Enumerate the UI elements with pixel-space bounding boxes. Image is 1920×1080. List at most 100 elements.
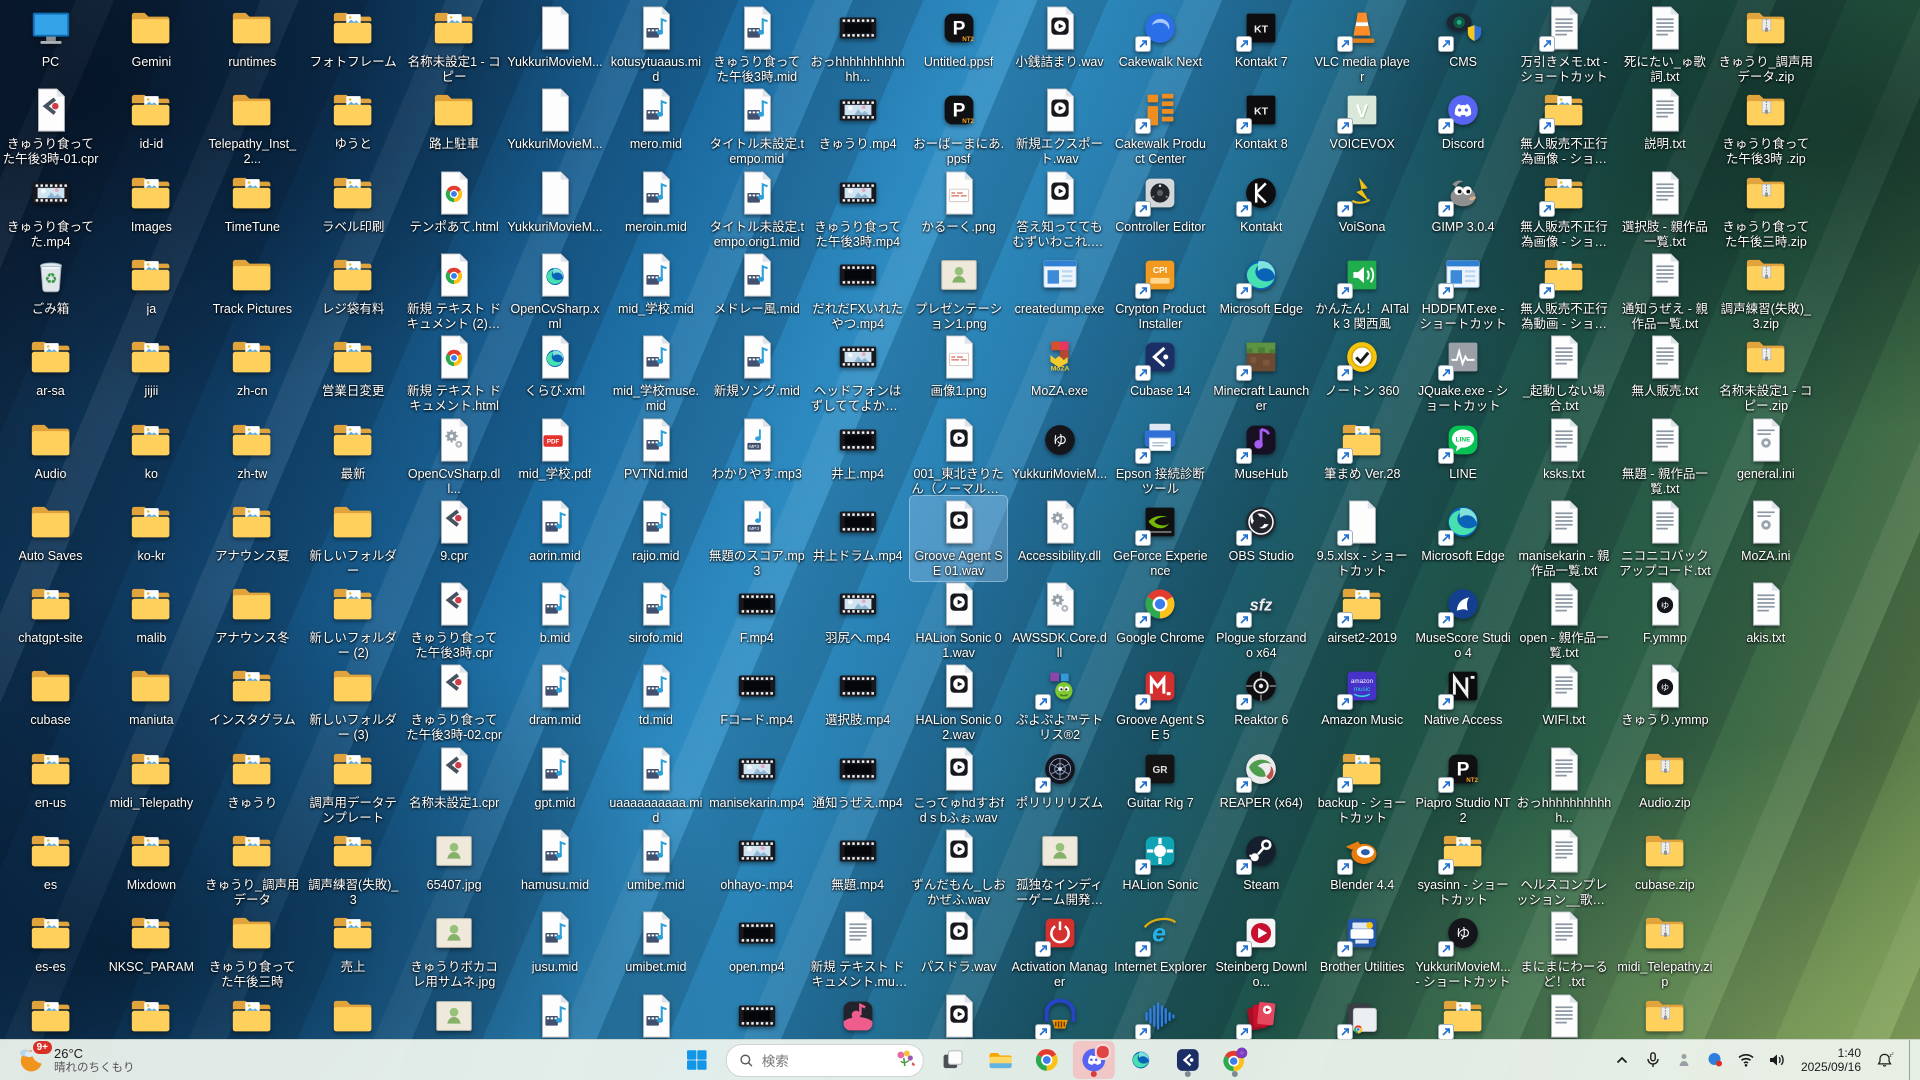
desktop-icon[interactable]: 無人販売不正行為画像 - ショートカット — [1516, 167, 1613, 252]
desktop-icon[interactable] — [406, 990, 503, 1042]
notification-bell-dnd-icon[interactable]: z z — [1874, 1049, 1896, 1071]
desktop-icon[interactable]: PC — [2, 2, 99, 72]
desktop-icon[interactable]: タイトル未設定.tempo.mid — [708, 84, 805, 169]
file-explorer-taskbar-button[interactable] — [979, 1041, 1021, 1079]
desktop-icon[interactable]: KTKontakt 7 — [1213, 2, 1310, 72]
desktop-icon[interactable] — [1516, 990, 1613, 1042]
desktop-icon[interactable]: ラベル印刷 — [305, 167, 402, 237]
desktop-icon[interactable]: Fコード.mp4 — [708, 660, 805, 730]
desktop-icon[interactable]: HALion Sonic 02.wav — [910, 660, 1007, 745]
desktop-icon[interactable] — [809, 990, 906, 1042]
desktop-icon[interactable]: CPICrypton Product Installer — [1112, 249, 1209, 334]
desktop-icon[interactable]: PVTNd.mid — [607, 414, 704, 484]
desktop-icon[interactable]: Cakewalk Next — [1112, 2, 1209, 72]
desktop-icon[interactable] — [607, 990, 704, 1042]
desktop-icon[interactable]: PNT2おーばーまにあ.ppsf — [910, 84, 1007, 169]
desktop-icon[interactable]: _起動しない場合.txt — [1516, 331, 1613, 416]
desktop-icon[interactable]: JQuake.exe - ショートカット — [1415, 331, 1512, 416]
desktop-icon[interactable]: MoZA.ini — [1717, 496, 1814, 566]
desktop-icon[interactable]: くらび.xml — [507, 331, 604, 401]
desktop-icon[interactable]: jijii — [103, 331, 200, 401]
chevron-up-icon[interactable] — [1611, 1049, 1633, 1071]
desktop-icon[interactable]: mid_学校.mid — [607, 249, 704, 319]
desktop-icon[interactable]: YukkuriMovieM... — [507, 167, 604, 237]
desktop-icon[interactable]: ゆきゅうり.ymmp — [1616, 660, 1713, 730]
desktop-icon[interactable]: Epson 接続診断ツール — [1112, 414, 1209, 499]
desktop-icon[interactable]: きゅうり食ってた午後3時-02.cpr — [406, 660, 503, 745]
desktop-icon[interactable]: ar-sa — [2, 331, 99, 401]
desktop-icon[interactable]: MuseHub — [1213, 414, 1310, 484]
narrator-icon[interactable] — [1673, 1049, 1695, 1071]
desktop-icon[interactable]: 9.5.xlsx - ショートカット — [1314, 496, 1411, 581]
desktop-icon[interactable]: HALion Sonic 01.wav — [910, 578, 1007, 663]
discord-taskbar-button[interactable] — [1073, 1041, 1115, 1079]
desktop-icon[interactable]: 名称未設定1.cpr — [406, 743, 503, 813]
desktop-icon[interactable]: アナウンス冬 — [204, 578, 301, 648]
desktop-icon[interactable]: 65407.jpg — [406, 825, 503, 895]
desktop-icon[interactable]: ko-kr — [103, 496, 200, 566]
desktop-icon[interactable]: ずんだもん_しおかぜふ.wav — [910, 825, 1007, 910]
desktop-icon[interactable]: zh-cn — [204, 331, 301, 401]
desktop-icon[interactable]: syasinn - ショートカット — [1415, 825, 1512, 910]
desktop-icon[interactable]: Google Chrome — [1112, 578, 1209, 648]
desktop-icon[interactable]: LINELINE — [1415, 414, 1512, 484]
desktop-icon[interactable]: KTKontakt 8 — [1213, 84, 1310, 154]
desktop-icon[interactable]: きゅうりボカコレ用サムネ.jpg — [406, 907, 503, 992]
desktop-icon[interactable]: ゆうと — [305, 84, 402, 154]
desktop-icon[interactable]: だれだFXいれたやつ.mp4 — [809, 249, 906, 334]
desktop-icon[interactable]: 新規エクスポート.wav — [1011, 84, 1108, 169]
desktop-icon[interactable] — [103, 990, 200, 1042]
search-highlights-icon[interactable] — [893, 1048, 917, 1072]
desktop-icon[interactable]: きゅうり.mp4 — [809, 84, 906, 154]
desktop-icon[interactable]: malib — [103, 578, 200, 648]
desktop-icon[interactable]: ニコニコバックアップコード.txt — [1616, 496, 1713, 581]
desktop-icon[interactable]: メドレー風.mid — [708, 249, 805, 319]
desktop-icon[interactable] — [1112, 990, 1209, 1042]
desktop-icon[interactable]: 死にたい_ゅ歌詞.txt — [1616, 2, 1713, 87]
task-view-taskbar-button[interactable] — [932, 1041, 974, 1079]
desktop-icon[interactable]: 新しいフォルダー (3) — [305, 660, 402, 745]
desktop-icon[interactable]: sfzsfzPlogue sforzando x64 — [1213, 578, 1310, 663]
desktop-icon[interactable]: Blender 4.4 — [1314, 825, 1411, 895]
desktop-icon[interactable]: Native Access — [1415, 660, 1512, 730]
desktop-icon[interactable]: まにまにわーるど！.txt — [1516, 907, 1613, 992]
desktop-icon[interactable]: td.mid — [607, 660, 704, 730]
desktop-icon[interactable]: 営業日変更 — [305, 331, 402, 401]
weather-widget[interactable]: 9+ 26°C 晴れのちくもり — [8, 1040, 143, 1080]
desktop-icon[interactable]: ksks.txt — [1516, 414, 1613, 484]
desktop-icon[interactable]: sirofo.mid — [607, 578, 704, 648]
desktop-icon[interactable]: midi_Telepathy.zip — [1616, 907, 1713, 992]
desktop-icon[interactable] — [1415, 990, 1512, 1042]
desktop-icon[interactable] — [2, 990, 99, 1042]
desktop-icon[interactable]: maniuta — [103, 660, 200, 730]
desktop-icon[interactable]: Images — [103, 167, 200, 237]
desktop-icon[interactable]: airset2-2019 — [1314, 578, 1411, 648]
desktop-icon[interactable]: umibe.mid — [607, 825, 704, 895]
wifi-icon[interactable] — [1735, 1049, 1757, 1071]
desktop-icon[interactable]: VLC media player — [1314, 2, 1411, 87]
desktop-icon[interactable]: プレゼンテーション1.png — [910, 249, 1007, 334]
desktop-icon[interactable]: createdump.exe — [1011, 249, 1108, 319]
desktop-icon[interactable]: タイトル未設定.tempo.orig1.mid — [708, 167, 805, 252]
desktop-icon[interactable]: 孤独なインディーゲーム開発者の一生 ... — [1011, 825, 1108, 910]
desktop-icon[interactable]: Track Pictures — [204, 249, 301, 319]
desktop-icon[interactable]: ポリリリリズム — [1011, 743, 1108, 813]
desktop-icon[interactable]: テンポあて.html — [406, 167, 503, 237]
desktop-icon[interactable]: アナウンス夏 — [204, 496, 301, 566]
cubase-taskbar-button[interactable] — [1167, 1041, 1209, 1079]
desktop-icon[interactable]: 無人販売不正行為動画 - ショートカット — [1516, 249, 1613, 334]
desktop-icon[interactable]: manisekarin - 親作品一覧.txt — [1516, 496, 1613, 581]
desktop-icon[interactable]: Controller Editor — [1112, 167, 1209, 237]
desktop-icon[interactable]: 調声練習(失敗)_3.zip — [1717, 249, 1814, 334]
desktop-icon[interactable]: GeForce Experience — [1112, 496, 1209, 581]
desktop-icon[interactable]: WIFI.txt — [1516, 660, 1613, 730]
desktop-icon[interactable]: MP3わかりやす.mp3 — [708, 414, 805, 484]
desktop-icon[interactable]: GIMP 3.0.4 — [1415, 167, 1512, 237]
desktop-icon[interactable]: 無題.mp4 — [809, 825, 906, 895]
desktop-icon[interactable]: OpenCvSharp.dll... — [406, 414, 503, 499]
desktop-icon[interactable]: 画像1.png — [910, 331, 1007, 401]
desktop-icon[interactable]: 羽尻へ.mp4 — [809, 578, 906, 648]
desktop-icon[interactable]: GRGuitar Rig 7 — [1112, 743, 1209, 813]
desktop-icon[interactable]: en-us — [2, 743, 99, 813]
desktop-icon[interactable]: 万引きメモ.txt - ショートカット — [1516, 2, 1613, 87]
